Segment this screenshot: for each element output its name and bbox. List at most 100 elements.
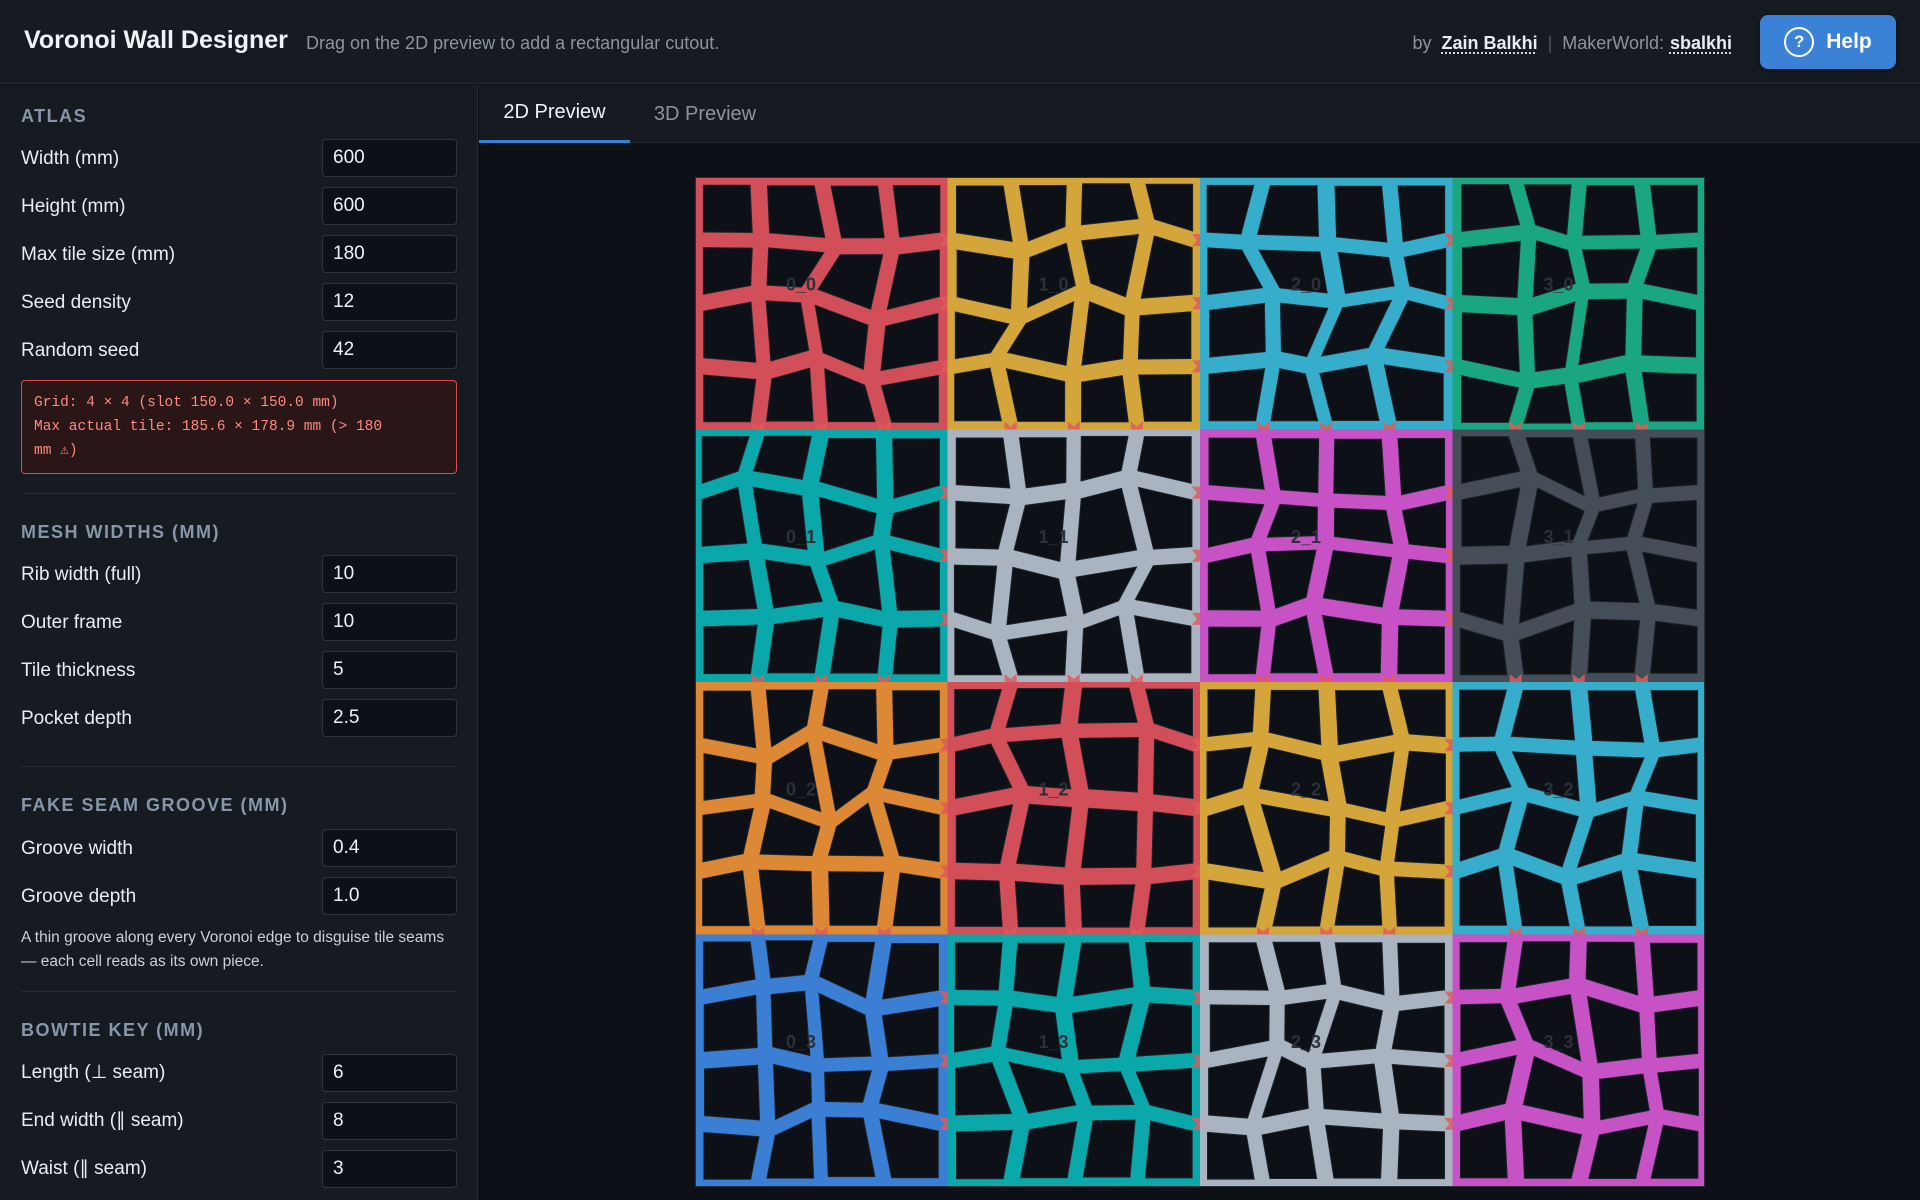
voronoi-cell (703, 301, 757, 363)
voronoi-cell (955, 437, 1011, 489)
height-label: Height (mm) (21, 196, 126, 217)
voronoi-cell (766, 185, 826, 239)
voronoi-cell (892, 626, 941, 675)
voronoi-cell (1649, 620, 1698, 674)
help-button[interactable]: ? Help (1760, 15, 1896, 69)
voronoi-cell (1018, 437, 1067, 489)
section-divider (21, 766, 457, 767)
pocket-depth-label: Pocket depth (21, 708, 132, 729)
voronoi-cell (954, 942, 1003, 991)
groove-note: A thin groove along every Voronoi edge t… (21, 929, 445, 970)
pocket-depth-input[interactable] (322, 699, 457, 737)
voronoi-cell (1510, 689, 1576, 741)
seed-density-label: Seed density (21, 292, 131, 313)
voronoi-cell (1080, 807, 1138, 869)
voronoi-cell (1208, 626, 1262, 675)
voronoi-2d-preview[interactable]: 0_0 1_0 2_0 3_0 0_1 1_1 2_1 3_1 0_2 1_2 2_2 3_2 0_3 1… (695, 177, 1705, 1187)
tile-label: 3_3 (1544, 1032, 1574, 1052)
outer-frame-input[interactable] (322, 603, 457, 641)
voronoi-cell (1207, 1131, 1255, 1180)
voronoi-cell (1397, 942, 1445, 996)
voronoi-cell (1079, 884, 1136, 928)
section-divider (21, 991, 457, 992)
voronoi-cell (1208, 368, 1266, 422)
voronoi-cell (824, 1070, 872, 1103)
max-tile-input[interactable] (322, 235, 457, 273)
voronoi-cell (703, 994, 758, 1052)
tile-thickness-input[interactable] (322, 651, 457, 689)
voronoi-cell (1077, 687, 1138, 724)
tile-label: 1_0 (1039, 275, 1069, 295)
by-prefix: by (1412, 33, 1432, 53)
voronoi-cell (1338, 751, 1395, 813)
voronoi-cell (1650, 690, 1699, 743)
voronoi-cell (1654, 1006, 1699, 1059)
voronoi-cell (1207, 552, 1261, 611)
tile-label: 1_3 (1039, 1032, 1069, 1052)
groove-depth-label: Groove depth (21, 886, 137, 907)
voronoi-cell (1144, 1120, 1193, 1179)
voronoi-cell (1587, 690, 1645, 743)
tile-label: 0_1 (786, 527, 816, 547)
voronoi-cell (1261, 1125, 1318, 1179)
credits-separator: | (1547, 33, 1553, 53)
voronoi-cell (704, 1064, 761, 1121)
width-label: Width (mm) (21, 148, 120, 169)
voronoi-cell (1637, 805, 1696, 863)
bowtie-end-width-input[interactable] (322, 1102, 457, 1140)
tile-label: 0_0 (786, 275, 816, 295)
tab-3d-preview[interactable]: 3D Preview (630, 85, 780, 143)
voronoi-cell (1320, 1063, 1382, 1114)
bowtie-waist-label: Waist (∥ seam) (21, 1158, 147, 1179)
outer-frame-label: Outer frame (21, 612, 123, 633)
voronoi-cell (956, 1129, 1013, 1180)
voronoi-cell (1207, 689, 1256, 738)
voronoi-cell (882, 943, 939, 1000)
voronoi-cell (1461, 240, 1521, 299)
voronoi-cell (1650, 184, 1698, 235)
groove-width-input[interactable] (322, 829, 457, 867)
top-bar: Voronoi Wall Designer Drag on the 2D pre… (0, 0, 1920, 84)
bowtie-length-label: Length (⊥ seam) (21, 1062, 166, 1083)
settings-sidebar: ATLAS Width (mm) Height (mm) Max tile si… (0, 85, 478, 1200)
author-link[interactable]: Zain Balkhi (1442, 33, 1538, 54)
rib-width-input[interactable] (322, 555, 457, 593)
warning-line: Max actual tile: 185.6 × 178.9 mm (> 180 (34, 419, 383, 435)
tile-label: 3_0 (1544, 275, 1574, 295)
random-seed-input[interactable] (322, 331, 457, 369)
bowtie-end-width-label: End width (∥ seam) (21, 1110, 184, 1131)
height-input[interactable] (322, 187, 457, 225)
voronoi-cell (1138, 374, 1192, 422)
voronoi-cell (1209, 302, 1266, 358)
voronoi-cell (1078, 736, 1139, 793)
voronoi-cell (1133, 615, 1192, 674)
tile-label: 2_2 (1291, 780, 1321, 800)
section-title-bowtie: BOWTIE KEY (MM) (21, 1020, 205, 1040)
voronoi-cell (1013, 942, 1066, 997)
groove-depth-input[interactable] (322, 877, 457, 915)
makerworld-link[interactable]: sbalkhi (1670, 33, 1732, 54)
tile-label: 3_1 (1544, 527, 1574, 547)
voronoi-cell (1080, 375, 1129, 423)
voronoi-cell (1322, 549, 1393, 608)
seed-density-input[interactable] (322, 283, 457, 321)
width-input[interactable] (322, 139, 457, 177)
voronoi-cell (1391, 1005, 1445, 1054)
voronoi-cell (702, 184, 753, 234)
voronoi-cell (1337, 251, 1395, 294)
voronoi-cell (703, 624, 758, 675)
section-title-mesh: MESH WIDTHS (MM) (21, 522, 220, 542)
voronoi-cell (828, 871, 885, 926)
voronoi-cell (703, 374, 757, 423)
voronoi-cell (881, 1006, 939, 1058)
voronoi-cell (702, 870, 750, 927)
voronoi-cell (1325, 1124, 1384, 1179)
voronoi-cell (1397, 185, 1446, 243)
tab-2d-preview[interactable]: 2D Preview (479, 85, 630, 143)
section-title-atlas: ATLAS (21, 106, 88, 126)
bowtie-waist-input[interactable] (322, 1150, 457, 1188)
voronoi-cell (954, 1004, 998, 1053)
tile-label: 1_2 (1039, 780, 1069, 800)
preview-tabs: 2D Preview 3D Preview (479, 85, 1920, 143)
bowtie-length-input[interactable] (322, 1054, 457, 1092)
